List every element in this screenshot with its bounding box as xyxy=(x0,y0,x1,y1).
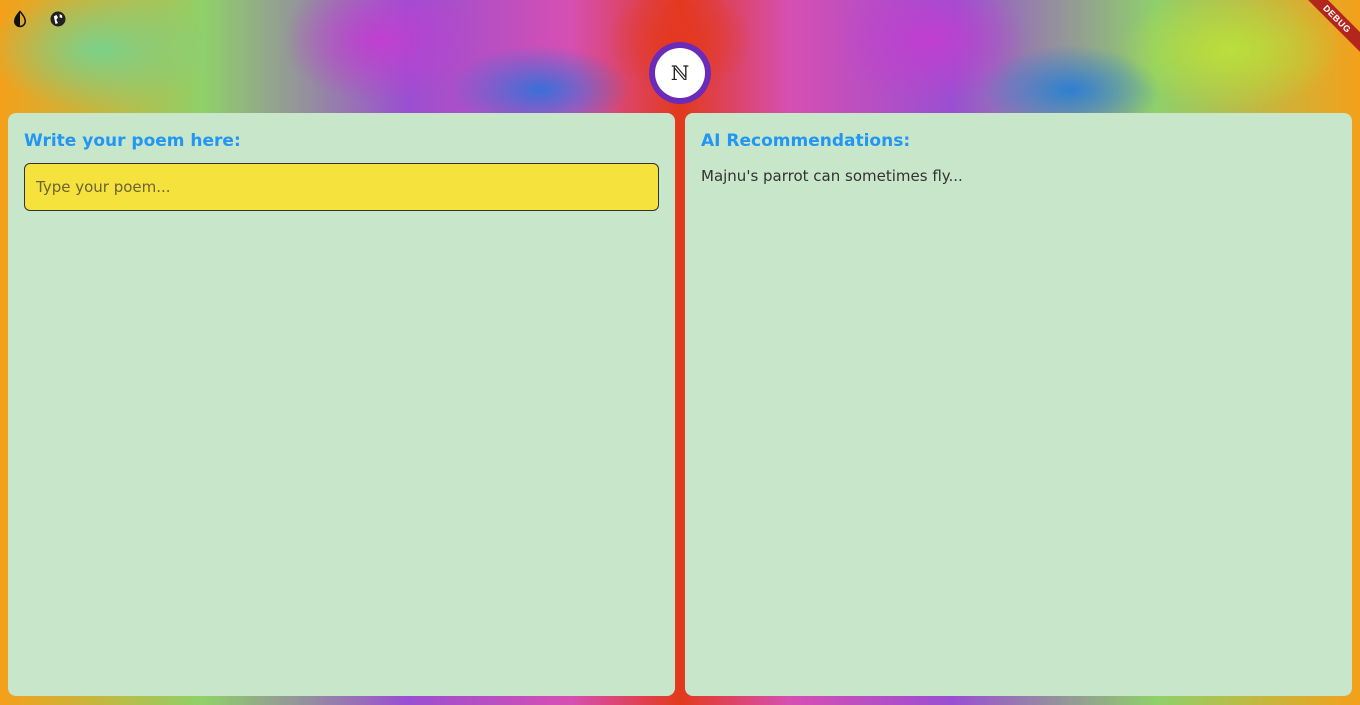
logo-letter: ℕ xyxy=(655,48,705,98)
app-logo[interactable]: ℕ xyxy=(649,42,711,104)
editor-title: Write your poem here: xyxy=(24,131,241,151)
colorize-icon[interactable] xyxy=(48,9,68,29)
recommendation-text: Majnu's parrot can sometimes fly... xyxy=(701,167,963,185)
poem-editor-panel: Write your poem here: xyxy=(8,113,675,696)
debug-banner-label: DEBUG xyxy=(1300,0,1360,56)
ai-recommendations-panel: AI Recommendations: Majnu's parrot can s… xyxy=(685,113,1352,696)
debug-banner: DEBUG xyxy=(1300,0,1360,60)
top-toolbar xyxy=(10,9,68,29)
poem-input[interactable] xyxy=(24,163,659,211)
recommendations-title: AI Recommendations: xyxy=(701,131,911,151)
theme-toggle-icon[interactable] xyxy=(10,9,30,29)
